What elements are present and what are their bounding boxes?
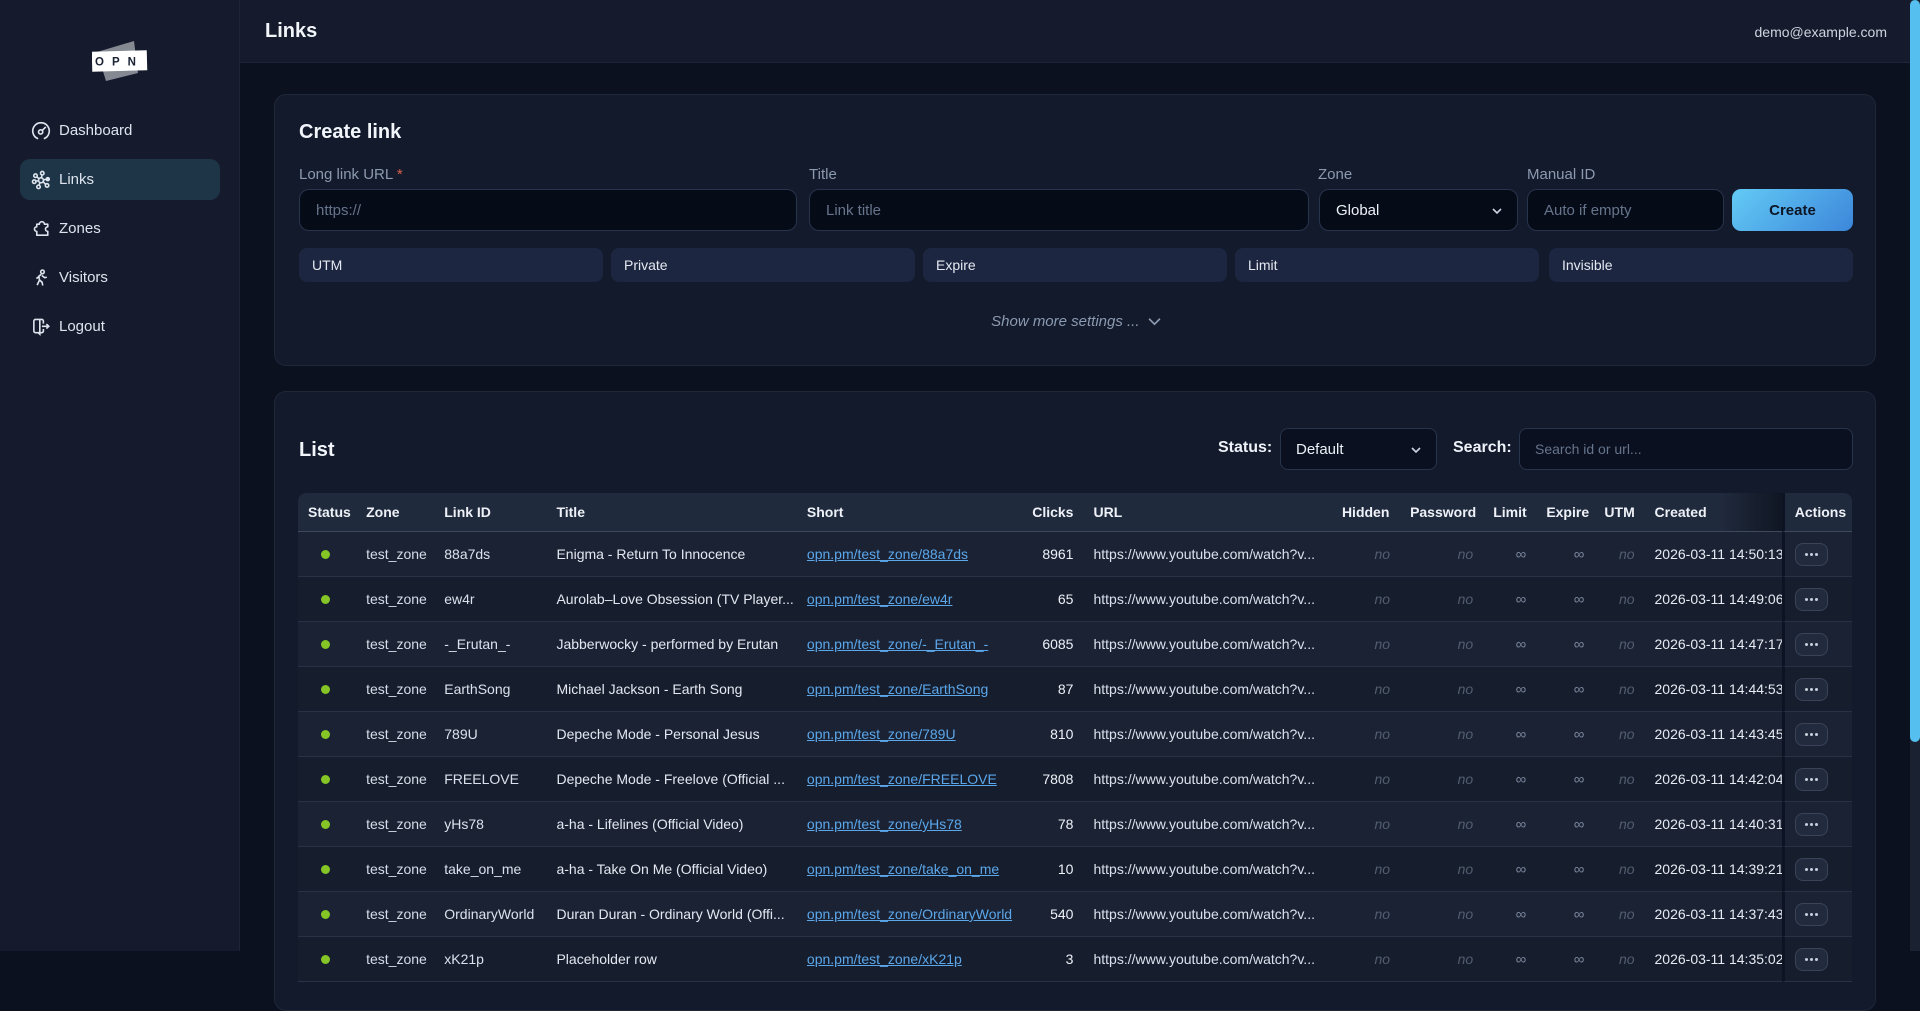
svg-text:OPN: OPN bbox=[95, 57, 144, 69]
